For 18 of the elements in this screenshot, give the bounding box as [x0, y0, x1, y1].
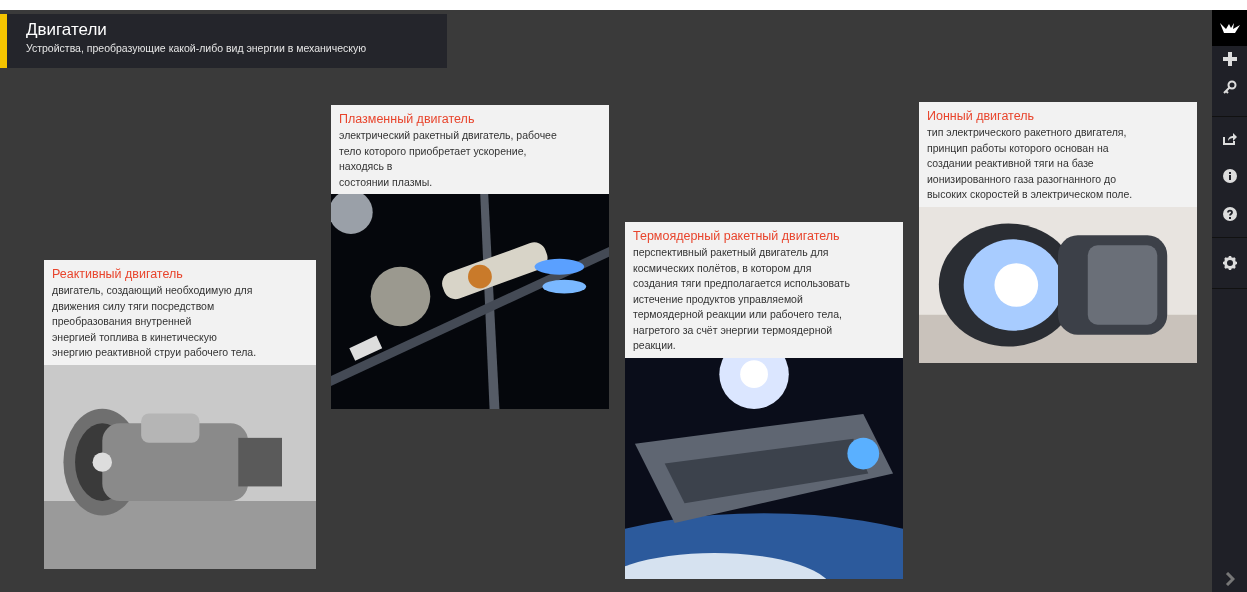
card-description: электрический ракетный двигатель, рабочее тело которого приобретает ускорение, находясь в состоянии плазмы.	[339, 128, 558, 190]
card-title: Термоядерный ракетный двигатель	[633, 228, 841, 245]
key-icon[interactable]	[1222, 80, 1237, 94]
share-icon[interactable]	[1222, 133, 1237, 145]
page-title: Двигатели	[26, 19, 108, 41]
page-subtitle: Устройства, преобразующие какой-либо вид энергии в механическую	[26, 41, 367, 55]
card-title: Реактивный двигатель	[52, 266, 184, 283]
card-description: перспективный ракетный двигатель для космических полётов, в котором для создания тяги предполагается использовать истечение продуктов управляемой термоядерной реакции или рабочего тела, нагретого за счёт энергии термоядерной реакции.	[633, 245, 851, 353]
card-title: Плазменный двигатель	[339, 111, 476, 128]
accent-bar	[0, 14, 7, 68]
card-title: Ионный двигатель	[927, 108, 1035, 125]
settings-icon[interactable]	[1222, 256, 1237, 270]
info-icon[interactable]	[1222, 169, 1237, 183]
chevron-right-icon[interactable]	[1224, 572, 1235, 586]
plus-icon[interactable]	[1222, 52, 1237, 66]
help-icon[interactable]	[1222, 207, 1237, 221]
card-description: двигатель, создающий необходимую для движения силу тяги посредством преобразования внутренней энергией топлива в кинетическую энергию реактивной струи рабочего тела.	[52, 283, 258, 360]
card-description: тип электрического ракетного двигателя, принцип работы которого основан на создании реактивной тяги на базе ионизированного газа разогнанного до высоких скоростей в электрическом поле.	[927, 125, 1134, 202]
